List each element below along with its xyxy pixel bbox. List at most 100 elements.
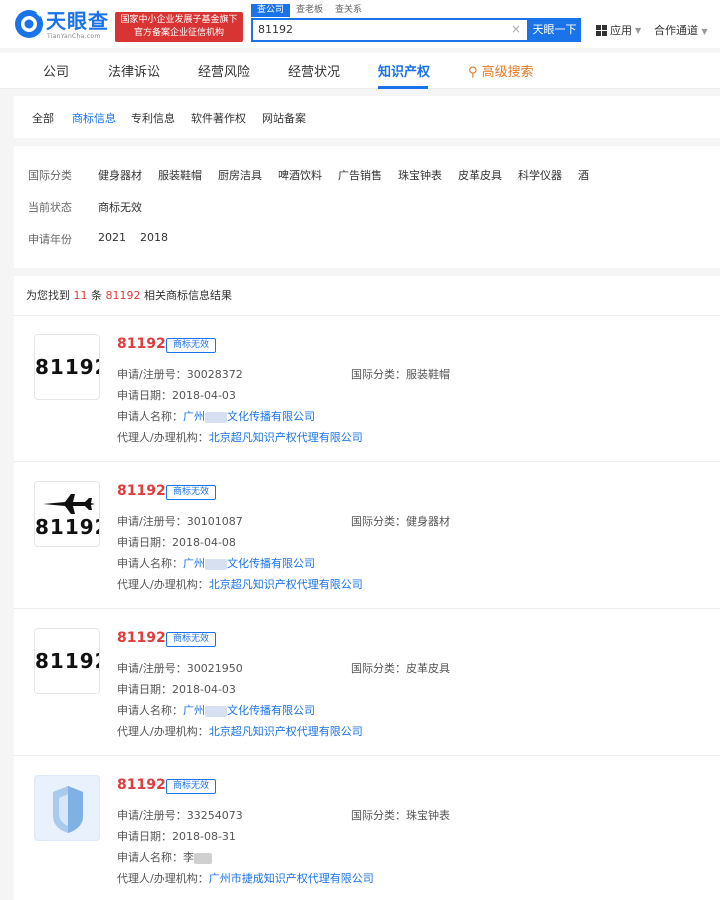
clear-icon[interactable]: ×: [511, 22, 521, 36]
filter-class-option[interactable]: 皮革皮具: [458, 167, 502, 183]
trademark-card: 81192 81192 商标无效 申请/注册号：30101087 国际分类：健身…: [14, 463, 720, 609]
logo-text: 天眼查: [46, 9, 109, 33]
sub-nav: 全部 商标信息 专利信息 软件著作权 网站备案: [14, 96, 720, 138]
trademark-image[interactable]: 81192: [34, 628, 100, 694]
class-value: 皮革皮具: [406, 662, 450, 675]
result-keyword: 81192: [105, 289, 141, 302]
applicant-part-a: 广州: [183, 704, 205, 717]
reg-line: 申请/注册号：33254073 国际分类：珠宝钟表: [117, 807, 450, 823]
agent-link[interactable]: 北京超凡知识产权代理有限公司: [209, 725, 363, 738]
agent-line: 代理人/办理机构：北京超凡知识产权代理有限公司: [117, 723, 363, 739]
trademark-name[interactable]: 81192: [117, 336, 166, 352]
trademark-image[interactable]: 81192: [34, 481, 100, 547]
trademark-card: 81192 商标无效 申请/注册号：33254073 国际分类：珠宝钟表 申请日…: [14, 757, 720, 900]
chevron-down-icon: ▼: [635, 25, 642, 35]
status-badge: 商标无效: [166, 779, 217, 794]
search-button[interactable]: 天眼一下: [528, 18, 581, 42]
applicant-label: 申请人名称：: [117, 704, 183, 717]
subnav-trademark[interactable]: 商标信息: [72, 110, 116, 126]
agent-link[interactable]: 北京超凡知识产权代理有限公司: [209, 431, 363, 444]
nav-advanced-search[interactable]: ⚲ 高级搜索: [468, 61, 534, 80]
search-tab-boss[interactable]: 查老板: [290, 4, 329, 17]
applicant-part-b: 文化传播有限公司: [227, 557, 315, 570]
agent-link[interactable]: 广州市捷成知识产权代理有限公司: [209, 872, 374, 885]
applicant-link[interactable]: 广州 文化传播有限公司: [183, 704, 315, 717]
reg-value: 30021950: [186, 662, 243, 675]
filter-class-option[interactable]: 酒: [578, 167, 589, 183]
trademark-name[interactable]: 81192: [117, 777, 166, 793]
apps-menu[interactable]: 应用 ▼: [596, 22, 641, 38]
applicant-label: 申请人名称：: [117, 410, 183, 423]
filter-class-option[interactable]: 科学仪器: [518, 167, 562, 183]
agent-label: 代理人/办理机构：: [117, 725, 209, 738]
search-input[interactable]: 81192 ×: [251, 18, 529, 42]
date-label: 申请日期：: [117, 389, 172, 402]
filter-status-option[interactable]: 商标无效: [98, 199, 142, 215]
applicant-part-b: 文化传播有限公司: [227, 704, 315, 717]
date-label: 申请日期：: [117, 830, 172, 843]
subnav-website[interactable]: 网站备案: [262, 110, 306, 126]
applicant-part-b: 文化传播有限公司: [227, 410, 315, 423]
logo-mark-icon: [15, 10, 43, 38]
nav-company[interactable]: 公司: [43, 61, 69, 80]
reg-line: 申请/注册号：30101087 国际分类：健身器材: [117, 513, 450, 529]
result-count: 11: [73, 289, 88, 302]
date-line: 申请日期：2018-04-08: [117, 534, 236, 550]
applicant-part-a: 李: [183, 851, 194, 864]
agent-label: 代理人/办理机构：: [117, 872, 209, 885]
apps-grid-icon: [596, 24, 607, 36]
date-line: 申请日期：2018-04-03: [117, 681, 236, 697]
class-label: 国际分类：: [351, 662, 406, 675]
reg-label: 申请/注册号：: [117, 809, 187, 822]
trademark-name[interactable]: 81192: [117, 630, 166, 646]
applicant-link[interactable]: 广州 文化传播有限公司: [183, 410, 315, 423]
coop-menu[interactable]: 合作通道 ▼: [654, 22, 708, 38]
reg-line: 申请/注册号：30028372 国际分类：服装鞋帽: [117, 366, 450, 382]
promo-line2: 官方备案企业征信机构: [133, 28, 224, 38]
class-label: 国际分类：: [351, 368, 406, 381]
redacted-block: [205, 558, 227, 570]
trademark-image[interactable]: 81192: [34, 334, 100, 400]
subnav-all[interactable]: 全部: [32, 110, 54, 126]
filter-class-option[interactable]: 珠宝钟表: [398, 167, 442, 183]
filter-class-option[interactable]: 健身器材: [98, 167, 142, 183]
class-value: 珠宝钟表: [406, 809, 450, 822]
filter-year-option[interactable]: 2021: [98, 231, 126, 244]
reg-value: 33254073: [186, 809, 243, 822]
filter-class-option[interactable]: 厨房洁具: [218, 167, 262, 183]
date-value: 2018-04-03: [172, 389, 236, 402]
subnav-copyright[interactable]: 软件著作权: [191, 110, 246, 126]
trademark-card: 81192 81192 商标无效 申请/注册号：30028372 国际分类：服装…: [14, 316, 720, 462]
trademark-image[interactable]: [34, 775, 100, 841]
redacted-block: [205, 705, 227, 717]
filter-class-option[interactable]: 服装鞋帽: [158, 167, 202, 183]
filter-class-option[interactable]: 广告销售: [338, 167, 382, 183]
subnav-patent[interactable]: 专利信息: [131, 110, 175, 126]
reg-label: 申请/注册号：: [117, 662, 187, 675]
summary-mid: 条: [91, 289, 102, 302]
filter-year-option[interactable]: 2018: [140, 231, 168, 244]
search-tab-company[interactable]: 查公司: [251, 4, 291, 17]
agent-label: 代理人/办理机构：: [117, 578, 209, 591]
applicant-link[interactable]: 广州 文化传播有限公司: [183, 557, 315, 570]
nav-operation[interactable]: 经营状况: [288, 61, 340, 80]
summary-prefix: 为您找到: [26, 289, 70, 302]
agent-link[interactable]: 北京超凡知识产权代理有限公司: [209, 578, 363, 591]
applicant-label: 申请人名称：: [117, 557, 183, 570]
logo[interactable]: 天眼查 TianYanCha.com: [14, 9, 112, 43]
trademark-image-text: 81192: [35, 515, 99, 539]
nav-ip[interactable]: 知识产权: [378, 61, 430, 80]
trademark-card: 81192 81192 商标无效 申请/注册号：30021950 国际分类：皮革…: [14, 610, 720, 756]
results-summary: 为您找到 11 条 81192 相关商标信息结果: [14, 276, 720, 316]
applicant-label: 申请人名称：: [117, 851, 183, 864]
filter-class-option[interactable]: 啤酒饮料: [278, 167, 322, 183]
promo-banner[interactable]: 国家中小企业发展子基金旗下 官方备案企业征信机构: [115, 12, 243, 42]
nav-risk[interactable]: 经营风险: [198, 61, 250, 80]
filter-panel: 国际分类 健身器材 服装鞋帽 厨房洁具 啤酒饮料 广告销售 珠宝钟表 皮革皮具 …: [14, 146, 720, 268]
nav-litigation[interactable]: 法律诉讼: [108, 61, 160, 80]
search-tabs: 查公司 查老板 查关系: [251, 4, 368, 17]
filter-class-label: 国际分类: [28, 169, 72, 182]
trademark-name[interactable]: 81192: [117, 483, 166, 499]
search-tab-relation[interactable]: 查关系: [329, 4, 368, 17]
date-line: 申请日期：2018-04-03: [117, 387, 236, 403]
